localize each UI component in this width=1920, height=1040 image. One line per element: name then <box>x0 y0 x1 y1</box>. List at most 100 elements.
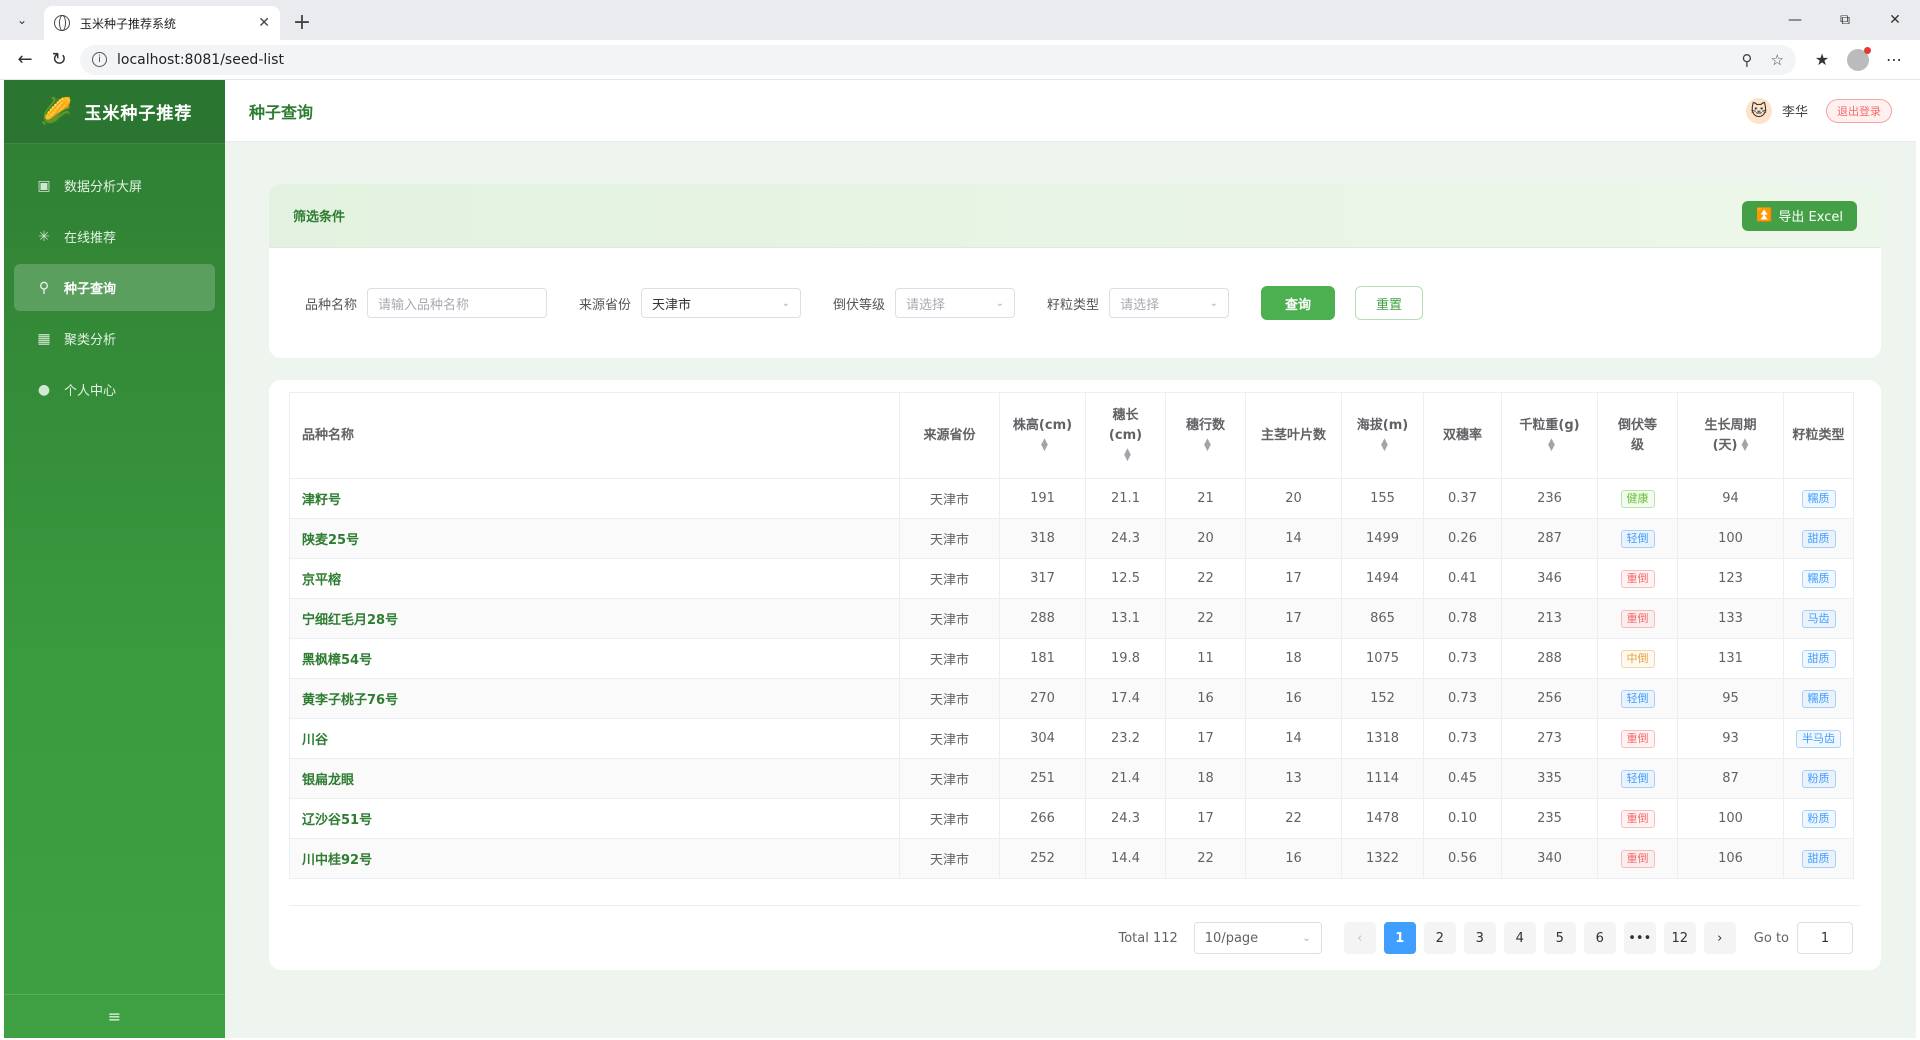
table-cell: 24.3 <box>1085 518 1166 559</box>
sort-caret-icon[interactable]: ▲ ▼ <box>1124 448 1131 463</box>
sidebar-item-dashboard[interactable]: ▣ 数据分析大屏 <box>14 162 215 209</box>
table-cell: 糯质 <box>1783 678 1854 719</box>
table-cell: 236 <box>1501 478 1598 519</box>
column-header[interactable]: 千粒重(g) ▲ ▼ <box>1501 392 1598 479</box>
variety-input[interactable]: 请输入品种名称 <box>367 288 548 318</box>
table-row[interactable]: 宁细红毛月28号 天津市 288 13.1 22 17 865 0.78 213 重倒 133 马齿 <box>289 598 1854 639</box>
sidebar-item-recommend[interactable]: ✳ 在线推荐 <box>14 213 215 260</box>
logout-button[interactable]: 退出登录 <box>1826 98 1892 123</box>
table-row[interactable]: 京平榕 天津市 317 12.5 22 17 1494 0.41 346 重倒 123 糯质 <box>289 558 1854 599</box>
back-button[interactable]: ← <box>8 43 42 77</box>
table-body: 津籽号 天津市 191 21.1 21 20 155 0.37 236 健康 94 糯质 陕麦25号 天津… <box>289 478 1854 879</box>
sort-caret-icon[interactable]: ▲ ▼ <box>1741 438 1748 453</box>
reload-button[interactable]: ↻ <box>42 43 76 77</box>
table-cell: 天津市 <box>899 638 1000 679</box>
browser-tab[interactable]: 玉米种子推荐系统 ✕ <box>44 6 280 40</box>
table-row[interactable]: 津籽号 天津市 191 21.1 21 20 155 0.37 236 健康 94 糯质 <box>289 478 1854 519</box>
sort-caret-icon[interactable]: ▲ ▼ <box>1381 438 1388 453</box>
table-cell: 轻倒 <box>1597 518 1678 559</box>
restore-button[interactable]: ⧉ <box>1820 0 1870 40</box>
minimize-button[interactable]: — <box>1770 0 1820 40</box>
grain-type-tag: 甜质 <box>1801 649 1836 668</box>
variety-placeholder: 请输入品种名称 <box>378 297 470 313</box>
site-info-icon[interactable]: i <box>92 52 107 67</box>
sort-caret-icon[interactable]: ▲ ▼ <box>1548 438 1555 453</box>
table-cell: 22 <box>1165 838 1246 879</box>
close-tab-icon[interactable]: ✕ <box>258 15 270 31</box>
sidebar-item-cluster[interactable]: ▦ 聚类分析 <box>14 315 215 362</box>
prev-page-button[interactable]: ‹ <box>1343 922 1376 954</box>
province-select[interactable]: 天津市 ⌄ <box>641 288 802 318</box>
column-header[interactable]: 株高(cm) ▲ ▼ <box>999 392 1086 479</box>
table-cell: 95 <box>1677 678 1784 719</box>
table-row[interactable]: 银扁龙眼 天津市 251 21.4 18 13 1114 0.45 335 轻倒 87 粉质 <box>289 758 1854 799</box>
column-header[interactable]: 生长周期 (天) ▲ ▼ <box>1677 392 1784 479</box>
table-cell: 甜质 <box>1783 838 1854 879</box>
avatar[interactable]: 🐱 <box>1745 97 1772 124</box>
sort-caret-icon[interactable]: ▲ ▼ <box>1204 438 1211 453</box>
grain-type-tag: 马齿 <box>1801 609 1836 628</box>
table-cell: 155 <box>1341 478 1424 519</box>
favorites-icon[interactable]: ★ <box>1804 43 1840 77</box>
column-header[interactable]: 穗长 (cm) ▲ ▼ <box>1085 392 1166 479</box>
lodging-select[interactable]: 请选择 ⌄ <box>895 288 1016 318</box>
close-window-button[interactable]: ✕ <box>1870 0 1920 40</box>
next-page-button[interactable]: › <box>1703 922 1736 954</box>
table-cell: 13.1 <box>1085 598 1166 639</box>
collapse-menu-icon[interactable]: ≡ <box>4 994 225 1038</box>
user-area: 🐱 李华 退出登录 <box>1745 97 1892 124</box>
table-cell: 1075 <box>1341 638 1424 679</box>
sidebar-menu: ▣ 数据分析大屏 ✳ 在线推荐 ⚲ 种子查询 ▦ 聚类分析 ● 个人中心 <box>4 144 225 413</box>
page-button[interactable]: 1 <box>1383 922 1416 954</box>
pagination-total: Total 112 <box>1118 930 1178 946</box>
table-cell: 轻倒 <box>1597 758 1678 799</box>
url-text[interactable]: localhost:8081/seed-list <box>117 52 1724 68</box>
reset-button[interactable]: 重置 <box>1355 286 1424 320</box>
new-tab-button[interactable]: + <box>286 6 318 38</box>
table-cell: 半马齿 <box>1783 718 1854 759</box>
more-pages-button[interactable]: ••• <box>1623 922 1656 954</box>
table-row[interactable]: 黑枫樟54号 天津市 181 19.8 11 18 1075 0.73 288 中倒 131 甜质 <box>289 638 1854 679</box>
table-row[interactable]: 辽沙谷51号 天津市 266 24.3 17 22 1478 0.10 235 重倒 100 粉质 <box>289 798 1854 839</box>
more-icon[interactable]: ⋯ <box>1876 43 1912 77</box>
page-button[interactable]: 4 <box>1503 922 1536 954</box>
table-cell: 191 <box>999 478 1086 519</box>
url-box[interactable]: i localhost:8081/seed-list ⚲ ☆ <box>80 44 1796 75</box>
table-row[interactable]: 川中桂92号 天津市 252 14.4 22 16 1322 0.56 340 重倒 106 甜质 <box>289 838 1854 879</box>
page-button[interactable]: 5 <box>1543 922 1576 954</box>
page-button[interactable]: 2 <box>1423 922 1456 954</box>
key-icon[interactable]: ⚲ <box>1742 51 1753 69</box>
table-row[interactable]: 黄李子桃子76号 天津市 270 17.4 16 16 152 0.73 256 轻倒 95 糯质 <box>289 678 1854 719</box>
query-button[interactable]: 查询 <box>1261 286 1336 320</box>
table-row[interactable]: 川谷 天津市 304 23.2 17 14 1318 0.73 273 重倒 93 半马齿 <box>289 718 1854 759</box>
table-cell: 16 <box>1245 678 1342 719</box>
sidebar-item-seed-query[interactable]: ⚲ 种子查询 <box>14 264 215 311</box>
filter-form: 品种名称 请输入品种名称 来源省份 天津市 ⌄ 倒伏等级 请选择 ⌄ 籽粒类型 … <box>269 248 1881 358</box>
lodging-tag: 重倒 <box>1620 609 1655 628</box>
province-label: 来源省份 <box>579 297 632 313</box>
table-cell: 重倒 <box>1597 558 1678 599</box>
export-excel-button[interactable]: ⏫ 导出 Excel <box>1742 200 1857 231</box>
table-cell: 123 <box>1677 558 1784 599</box>
export-label: 导出 Excel <box>1778 210 1843 225</box>
table-cell: 1114 <box>1341 758 1424 799</box>
tab-list-button[interactable]: ⌄ <box>8 6 36 34</box>
grain-select[interactable]: 请选择 ⌄ <box>1109 288 1230 318</box>
column-header: 品种名称 <box>289 392 900 479</box>
table-row[interactable]: 陕麦25号 天津市 318 24.3 20 14 1499 0.26 287 轻倒 100 甜质 <box>289 518 1854 559</box>
page-button[interactable]: 3 <box>1463 922 1496 954</box>
sort-caret-icon[interactable]: ▲ ▼ <box>1041 438 1048 453</box>
page-button[interactable]: 12 <box>1663 922 1696 954</box>
star-icon[interactable]: ☆ <box>1771 51 1784 69</box>
goto-input[interactable]: 1 <box>1797 922 1853 954</box>
table-cell: 0.45 <box>1423 758 1502 799</box>
table-cell: 14.4 <box>1085 838 1166 879</box>
page-button[interactable]: 6 <box>1583 922 1616 954</box>
logo: 🌽 玉米种子推荐 <box>4 80 225 144</box>
column-header[interactable]: 穗行数 ▲ ▼ <box>1165 392 1246 479</box>
profile-button[interactable] <box>1840 43 1876 77</box>
variety-name-cell: 黄李子桃子76号 <box>289 678 900 719</box>
column-header[interactable]: 海拔(m) ▲ ▼ <box>1341 392 1424 479</box>
sidebar-item-profile[interactable]: ● 个人中心 <box>14 366 215 413</box>
page-size-select[interactable]: 10/page ⌄ <box>1193 922 1322 954</box>
